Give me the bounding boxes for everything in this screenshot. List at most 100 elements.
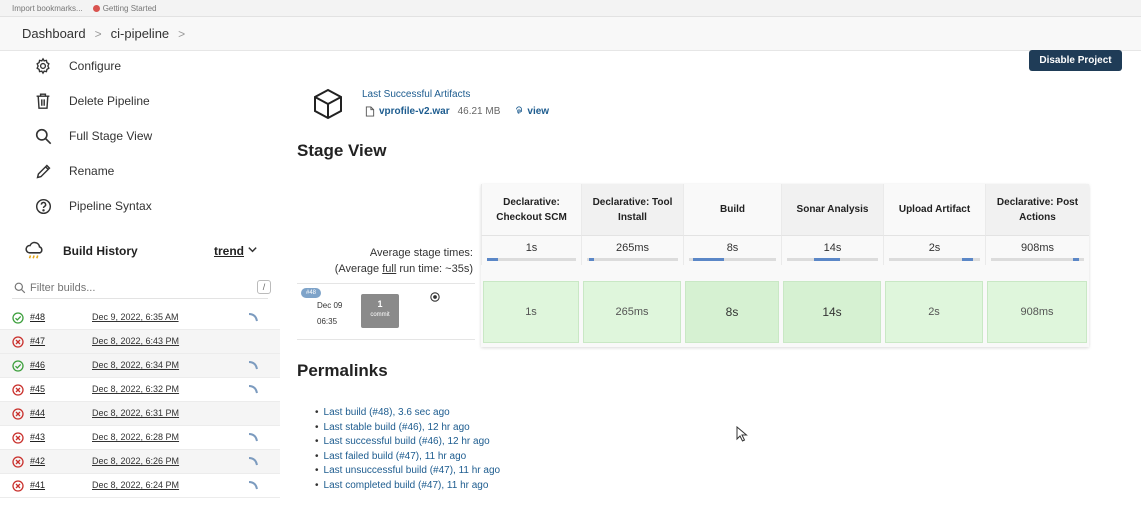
artifact-file-link[interactable]: vprofile-v2.war [379,106,450,117]
stage-run-cell[interactable]: 1s [483,281,579,343]
stage-header: Declarative: Checkout SCM [481,184,581,235]
breadcrumb-separator-icon: > [178,26,186,41]
filter-builds-input[interactable] [30,281,220,294]
stage-progress-bar [889,258,980,261]
artifact-file-size: 46.21 MB [457,106,501,117]
stage-run-cell[interactable]: 908ms [987,281,1087,343]
build-history-title[interactable]: Build History [63,244,138,258]
stage-progress-fill [1072,258,1080,261]
last-successful-artifacts-link[interactable]: Last Successful Artifacts [362,89,470,100]
build-date-link[interactable]: Dec 8, 2022, 6:24 PM [92,480,179,490]
permalinks-title: Permalinks [297,361,388,380]
keyboard-shortcut-badge: / [257,280,271,294]
console-output-icon[interactable] [248,360,258,370]
filter-builds-box: / [12,277,271,299]
permalink-item[interactable]: Last build (#48), 3.6 sec ago [315,406,500,421]
console-output-icon[interactable] [248,432,258,442]
console-output-icon[interactable] [248,456,258,466]
sidebar-item-label: Rename [69,164,115,178]
sidebar-item-rename[interactable]: Rename [33,160,114,182]
success-status-icon [12,312,24,324]
stage-progress-fill [487,258,498,261]
fingerprint-icon [514,106,524,116]
build-number-link[interactable]: #43 [30,432,45,442]
stage-progress-fill [588,258,595,261]
breadcrumb-ci-pipeline[interactable]: ci-pipeline [111,26,170,41]
bookmark-icon [92,4,100,12]
sidebar-item-full-stage-view[interactable]: Full Stage View [33,125,152,147]
build-number-link[interactable]: #44 [30,408,45,418]
sidebar-item-label: Delete Pipeline [69,94,150,108]
build-date-link[interactable]: Dec 8, 2022, 6:32 PM [92,384,179,394]
console-output-icon[interactable] [248,480,258,490]
build-number-link[interactable]: #47 [30,336,45,346]
avg-full-suffix: run time: ~35s) [396,263,473,275]
console-output-icon[interactable] [248,384,258,394]
trend-link[interactable]: trend [214,244,244,258]
avg-label-text: Average stage times: [369,247,473,259]
build-history-row[interactable]: #47 Dec 8, 2022, 6:43 PM [0,330,280,354]
sidebar-item-configure[interactable]: Configure [33,55,121,77]
sidebar-item-label: Pipeline Syntax [69,199,152,213]
search-icon [14,282,26,294]
build-date-link[interactable]: Dec 8, 2022, 6:43 PM [92,336,179,346]
build-number-link[interactable]: #48 [30,312,45,322]
permalink-item[interactable]: Last successful build (#46), 12 hr ago [315,435,500,450]
permalink-item[interactable]: Last failed build (#47), 11 hr ago [315,450,500,465]
permalink-item[interactable]: Last completed build (#47), 11 hr ago [315,479,500,494]
avg-full-link[interactable]: full [382,263,396,275]
stage-header: Upload Artifact [883,184,985,235]
build-date-link[interactable]: Dec 8, 2022, 6:34 PM [92,360,179,370]
build-date-link[interactable]: Dec 9, 2022, 6:35 AM [92,312,179,322]
stage-progress-bar [689,258,776,261]
bookmark-getting-started[interactable]: Getting Started [92,4,157,13]
stage-average-value: 908ms [1020,242,1055,254]
stage-average-time: 1s [481,235,581,265]
stage-view-table: Declarative: Checkout SCM 1s 1s Declarative… [481,184,1089,347]
stage-average-time: 265ms [581,235,683,265]
artifact-view-link[interactable]: view [514,106,549,117]
build-history-row[interactable]: #45 Dec 8, 2022, 6:32 PM [0,378,280,402]
bookmark-import[interactable]: Import bookmarks... [12,4,83,13]
build-number-link[interactable]: #41 [30,480,45,490]
build-history-row[interactable]: #44 Dec 8, 2022, 6:31 PM [0,402,280,426]
stage-run-cell[interactable]: 265ms [583,281,681,343]
build-date-link[interactable]: Dec 8, 2022, 6:28 PM [92,432,179,442]
console-output-icon[interactable] [248,312,258,322]
build-number-link[interactable]: #42 [30,456,45,466]
build-run-row[interactable]: #48 Dec 09 06:35 1 commit [297,283,475,340]
sidebar-item-pipeline-syntax[interactable]: Pipeline Syntax [33,195,152,217]
chevron-down-icon[interactable] [247,244,258,255]
build-number-badge[interactable]: #48 [301,288,321,298]
build-history-row[interactable]: #48 Dec 9, 2022, 6:35 AM [0,306,280,330]
permalink-item[interactable]: Last unsuccessful build (#47), 11 hr ago [315,464,501,479]
stage-run-cell[interactable]: 14s [783,281,881,343]
bookmarks-bar: Import bookmarks... Getting Started [0,0,1141,17]
failed-status-icon [12,456,24,468]
build-history-row[interactable]: #43 Dec 8, 2022, 6:28 PM [0,426,280,450]
stage-header: Declarative: Post Actions [985,184,1089,235]
breadcrumb-dashboard[interactable]: Dashboard [22,26,86,41]
build-number-link[interactable]: #45 [30,384,45,394]
stage-progress-fill [693,258,724,261]
build-date-link[interactable]: Dec 8, 2022, 6:26 PM [92,456,179,466]
artifact-view-label: view [527,106,550,117]
stage-average-value: 1s [525,242,538,254]
build-history-header: Build History trend [0,240,280,262]
build-number-link[interactable]: #46 [30,360,45,370]
disable-project-button[interactable]: Disable Project [1029,50,1122,71]
build-date-link[interactable]: Dec 8, 2022, 6:31 PM [92,408,179,418]
permalink-item[interactable]: Last stable build (#46), 12 hr ago [315,421,500,436]
stage-run-cell[interactable]: 2s [885,281,983,343]
build-history-row[interactable]: #42 Dec 8, 2022, 6:26 PM [0,450,280,474]
stage-header: Build [683,184,781,235]
commit-badge[interactable]: 1 commit [361,294,399,328]
pencil-icon [33,161,53,181]
info-icon[interactable] [430,292,440,302]
stage-run-cell[interactable]: 8s [685,281,779,343]
build-history-row[interactable]: #41 Dec 8, 2022, 6:24 PM [0,474,280,498]
stage-progress-fill [814,258,840,261]
sidebar-item-delete-pipeline[interactable]: Delete Pipeline [33,90,150,112]
build-history-row[interactable]: #46 Dec 8, 2022, 6:34 PM [0,354,280,378]
stage-progress-fill [961,258,973,261]
